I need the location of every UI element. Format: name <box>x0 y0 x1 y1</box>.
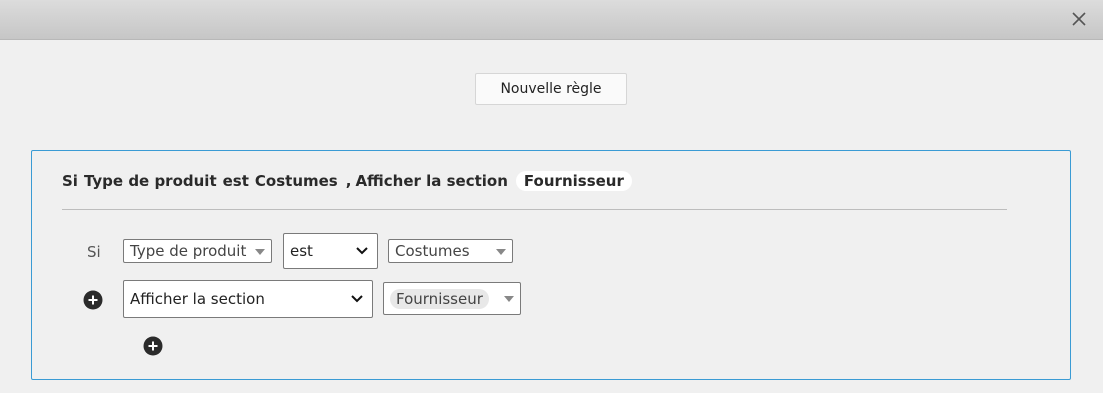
caret-down-icon <box>255 249 265 255</box>
close-icon[interactable] <box>1069 9 1089 29</box>
action-type-value: Afficher la section <box>130 290 265 308</box>
action-target-chip: Fournisseur <box>390 288 489 309</box>
add-action-icon[interactable] <box>143 336 163 356</box>
summary-value: Costumes <box>254 172 338 190</box>
add-condition-icon[interactable] <box>83 290 103 310</box>
new-rule-button[interactable]: Nouvelle règle <box>475 73 627 105</box>
condition-value-combo[interactable]: Costumes <box>388 239 513 263</box>
summary-si: Si <box>62 172 78 190</box>
condition-si-label: Si <box>87 243 101 261</box>
condition-value-text: Costumes <box>395 242 470 260</box>
chevron-down-icon <box>351 295 363 303</box>
condition-operator-value: est <box>290 242 313 260</box>
condition-operator-select[interactable]: est <box>283 233 378 269</box>
action-target-combo[interactable]: Fournisseur <box>383 282 521 315</box>
action-type-select[interactable]: Afficher la section <box>123 280 373 318</box>
rule-summary: Si Type de produit est Costumes , Affich… <box>62 171 638 191</box>
summary-operator: est <box>222 172 249 190</box>
dialog-titlebar <box>0 0 1103 40</box>
caret-down-icon <box>496 249 506 255</box>
summary-action: Afficher la section <box>355 172 508 190</box>
summary-separator: , <box>345 172 352 190</box>
condition-field-combo[interactable]: Type de produit <box>123 239 272 263</box>
summary-target: Fournisseur <box>515 171 632 191</box>
summary-field: Type de produit <box>83 172 217 190</box>
chevron-down-icon <box>356 247 368 255</box>
caret-down-icon <box>504 296 514 302</box>
condition-field-value: Type de produit <box>130 242 247 260</box>
divider <box>62 209 1007 210</box>
rule-panel: Si Type de produit est Costumes , Affich… <box>31 150 1071 380</box>
